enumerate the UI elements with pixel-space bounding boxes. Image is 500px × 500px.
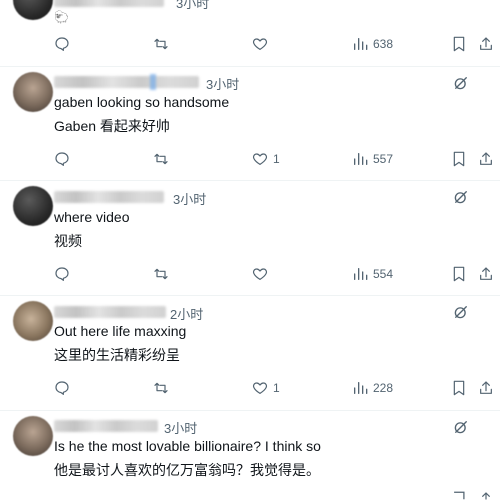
emoji-icon: 🐑	[54, 10, 69, 24]
share-icon	[480, 37, 492, 50]
reply-text-cn: 这里的生活精彩纷呈	[54, 347, 180, 363]
bookmark-button[interactable]	[452, 151, 466, 167]
reply-text-cn: 他是最讨人喜欢的亿万富翁吗？我觉得是。	[54, 462, 320, 478]
reply-button[interactable]	[54, 266, 70, 282]
repost-icon	[154, 382, 168, 394]
views-icon	[354, 153, 368, 165]
divider	[0, 295, 500, 296]
author-name[interactable]	[54, 420, 158, 432]
divider	[0, 180, 500, 181]
share-icon	[480, 381, 492, 394]
grok-icon[interactable]	[452, 74, 470, 92]
like-count: 1	[273, 381, 280, 395]
views-button[interactable]: 554	[352, 266, 393, 282]
share-icon	[482, 492, 490, 500]
post-time[interactable]: 3小时	[164, 418, 197, 437]
share-button[interactable]	[478, 151, 494, 167]
share-icon	[480, 152, 492, 165]
views-icon	[354, 268, 368, 280]
views-count: 638	[373, 37, 394, 51]
reply-text-cn: Gaben 看起来好帅	[54, 118, 170, 134]
bookmark-icon	[453, 380, 465, 396]
post-time[interactable]: 2小时	[170, 304, 203, 323]
bookmark-icon	[454, 491, 465, 500]
avatar[interactable]	[13, 0, 53, 20]
like-button[interactable]	[252, 266, 273, 282]
reply-button[interactable]	[54, 380, 70, 396]
bookmark-button[interactable]	[452, 490, 466, 500]
grok-icon[interactable]	[452, 303, 470, 321]
like-icon	[252, 268, 268, 280]
share-button[interactable]	[478, 266, 494, 282]
divider	[0, 410, 500, 411]
like-button[interactable]: 1	[252, 380, 280, 396]
views-count: 554	[373, 267, 394, 281]
share-button[interactable]	[478, 380, 494, 396]
repost-button[interactable]	[152, 36, 170, 52]
reply-text-en: Out here life maxxing	[54, 323, 187, 339]
share-icon	[480, 267, 492, 280]
repost-icon	[154, 38, 168, 50]
like-icon	[252, 382, 268, 394]
reply-button[interactable]	[54, 151, 70, 167]
like-count: 1	[273, 152, 280, 166]
avatar[interactable]	[13, 301, 53, 341]
share-button[interactable]	[478, 490, 494, 500]
views-button[interactable]: 638	[352, 36, 393, 52]
repost-icon	[154, 153, 168, 165]
bookmark-icon	[453, 36, 465, 52]
like-button[interactable]: 1	[252, 151, 280, 167]
views-icon	[354, 38, 368, 50]
bookmark-button[interactable]	[452, 380, 466, 396]
reply-icon	[55, 37, 69, 51]
bookmark-button[interactable]	[452, 266, 466, 282]
grok-icon[interactable]	[452, 418, 470, 436]
like-button[interactable]	[252, 36, 273, 52]
views-count: 228	[373, 381, 394, 395]
avatar[interactable]	[13, 416, 53, 456]
reply-text-cn: 视频	[54, 233, 82, 249]
reply-feed: 3小时 🐑 638 3小时 gaben looking so handsome	[0, 0, 500, 500]
author-name[interactable]	[54, 306, 166, 318]
repost-button[interactable]	[152, 151, 170, 167]
views-button[interactable]: 228	[352, 380, 393, 396]
views-count: 557	[373, 152, 394, 166]
views-button[interactable]: 557	[352, 151, 393, 167]
bookmark-icon	[453, 151, 465, 167]
reply-icon	[55, 267, 69, 281]
post-time[interactable]: 3小时	[206, 74, 239, 93]
post-time[interactable]: 3小时	[173, 189, 206, 208]
bookmark-button[interactable]	[452, 36, 466, 52]
author-name[interactable]	[54, 74, 199, 90]
repost-button[interactable]	[152, 380, 170, 396]
reply-icon	[55, 381, 69, 395]
author-name[interactable]	[54, 191, 164, 203]
bookmark-icon	[453, 266, 465, 282]
like-icon	[252, 153, 268, 165]
views-icon	[354, 382, 368, 394]
divider	[0, 66, 500, 67]
reply-text-en: where video	[54, 209, 130, 225]
repost-icon	[154, 268, 168, 280]
avatar[interactable]	[13, 186, 53, 226]
post-time[interactable]: 3小时	[176, 0, 209, 12]
reply-text-en: Is he the most lovable billionaire? I th…	[54, 438, 321, 454]
author-name[interactable]	[54, 0, 164, 7]
like-icon	[252, 38, 268, 50]
reply-button[interactable]	[54, 36, 70, 52]
avatar[interactable]	[13, 72, 53, 112]
share-button[interactable]	[478, 36, 494, 52]
reply-icon	[55, 152, 69, 166]
reply-text-en: gaben looking so handsome	[54, 94, 230, 110]
repost-button[interactable]	[152, 266, 170, 282]
grok-icon[interactable]	[452, 188, 470, 206]
